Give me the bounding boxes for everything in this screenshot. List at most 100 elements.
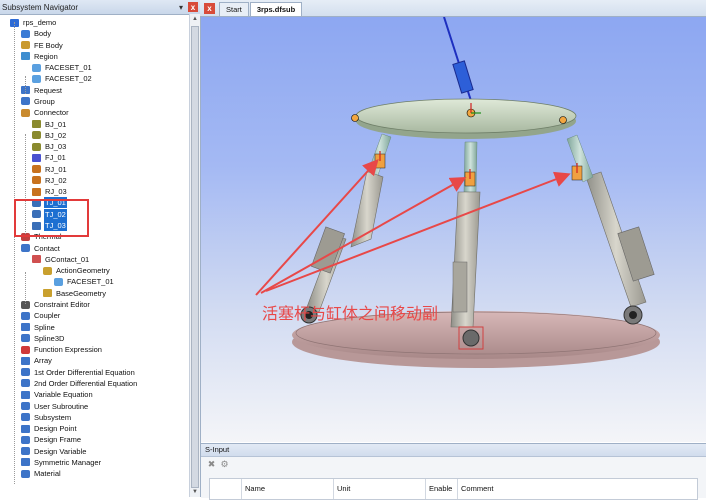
- tree-item-label: Connector: [34, 108, 69, 118]
- tree-item-bj-02[interactable]: BJ_02: [32, 130, 67, 141]
- tree-item-label: BaseGeometry: [56, 288, 107, 298]
- model-viewport[interactable]: 活塞杆与缸体之间移动副: [201, 17, 706, 442]
- tree-item-label: Design Point: [34, 424, 77, 434]
- revolute-joint-icon: [32, 176, 41, 185]
- ode1-icon: [21, 368, 30, 377]
- tree-item-label: Constraint Editor: [34, 300, 90, 309]
- tree-item-bj-03[interactable]: BJ_03: [32, 141, 67, 152]
- tree-item-basegeometry[interactable]: BaseGeometry: [43, 288, 107, 299]
- group-icon: [21, 97, 30, 106]
- tree-item-variable-equation[interactable]: Variable Equation: [21, 389, 94, 400]
- row-header-cell: [210, 479, 242, 499]
- tree-item-label: Region: [34, 51, 58, 61]
- tree-item-actiongeometry[interactable]: ActionGeometry: [43, 265, 111, 276]
- tree-item-connector[interactable]: Connector: [21, 107, 70, 118]
- tree-item-label: BJ_03: [45, 142, 67, 152]
- tree-item-label: Spline3D: [34, 333, 65, 343]
- subsystem-navigator: Subsystem Navigator ▾ x rps_demo Body FE B…: [0, 0, 201, 497]
- tree-item-subsystem[interactable]: Subsystem: [21, 412, 72, 423]
- tree-item-2nd-order-differential-equation[interactable]: 2nd Order Differential Equation: [21, 378, 138, 389]
- tree-item-label: rps_demo: [23, 18, 57, 27]
- tab-3rps-dfsub[interactable]: 3rps.dfsub: [249, 2, 303, 16]
- tree-item-fj-01[interactable]: FJ_01: [32, 152, 67, 163]
- tree-item-label: Array: [34, 356, 52, 366]
- tree-item-label: Design Variable: [34, 446, 87, 456]
- tree-item-rj-02[interactable]: RJ_02: [32, 175, 68, 186]
- coupler-icon: [21, 311, 30, 320]
- faceset-icon: [32, 74, 41, 83]
- spline3d-icon: [21, 334, 30, 343]
- tree-item-gcontact-01[interactable]: GContact_01: [32, 254, 90, 265]
- tree-item-label: RJ_03: [45, 187, 67, 197]
- actuator-body: [452, 60, 474, 94]
- column-header-enable[interactable]: Enable: [426, 479, 458, 499]
- tree-item-body[interactable]: Body: [21, 28, 52, 39]
- annotation-arrows: [255, 159, 571, 296]
- close-icon[interactable]: x: [188, 2, 198, 12]
- link-icon[interactable]: ⚙: [220, 459, 229, 469]
- column-header-name[interactable]: Name: [242, 479, 334, 499]
- annotation-text: 活塞杆与缸体之间移动副: [262, 306, 439, 323]
- tree-item-faceset-02[interactable]: FACESET_02: [32, 73, 93, 84]
- close-tab-icon[interactable]: x: [204, 3, 215, 14]
- region-icon: [21, 52, 30, 61]
- tree-item-fe-body[interactable]: FE Body: [21, 40, 64, 51]
- design-point-icon: [21, 424, 30, 433]
- tree-item-label: Spline: [34, 322, 55, 332]
- tree-item-bj-01[interactable]: BJ_01: [32, 119, 67, 130]
- tree-item-region[interactable]: Region: [21, 51, 59, 62]
- tree-item-request[interactable]: Request: [21, 85, 63, 96]
- tree-item-label: Variable Equation: [34, 390, 93, 400]
- navigator-scrollbar[interactable]: ▲ ▼: [189, 14, 200, 497]
- tree-item-spline[interactable]: Spline: [21, 322, 56, 333]
- tree-item-function-expression[interactable]: Function Expression: [21, 344, 103, 355]
- tree-item-faceset-01[interactable]: FACESET_01: [54, 276, 115, 287]
- revolute-joint-icon: [32, 187, 41, 196]
- pin-icon[interactable]: ▾: [176, 2, 186, 12]
- tree-item-rps-demo[interactable]: rps_demo: [10, 17, 57, 28]
- design-frame-icon: [21, 435, 30, 444]
- tree-item-design-variable[interactable]: Design Variable: [21, 446, 87, 457]
- scroll-down-icon[interactable]: ▼: [190, 487, 200, 497]
- tree-item-array[interactable]: Array: [21, 355, 53, 366]
- tree-guide-line: [25, 76, 26, 94]
- tree-item-user-subroutine[interactable]: User Subroutine: [21, 401, 89, 412]
- tree-item-label: Body: [34, 29, 52, 39]
- scroll-up-icon[interactable]: ▲: [190, 14, 200, 24]
- user-subroutine-icon: [21, 402, 30, 411]
- tree-item-label: Symmetric Manager: [34, 457, 102, 467]
- tree-item-design-frame[interactable]: Design Frame: [21, 434, 82, 445]
- navigator-title: Subsystem Navigator: [2, 2, 79, 12]
- tree-item-contact[interactable]: Contact: [21, 243, 61, 254]
- delete-icon[interactable]: ✖: [207, 459, 216, 469]
- tree-item-rj-03[interactable]: RJ_03: [32, 186, 68, 197]
- ball-joint-icon: [32, 131, 41, 140]
- tab-start[interactable]: Start: [219, 2, 249, 16]
- faceset-icon: [32, 63, 41, 72]
- fixed-joint-icon: [32, 153, 41, 162]
- tree-item-coupler[interactable]: Coupler: [21, 310, 61, 321]
- tree-item-material[interactable]: Material: [21, 468, 62, 479]
- tree-item-label: User Subroutine: [34, 401, 89, 411]
- tree-item-label: Group: [34, 96, 55, 106]
- tree-item-rj-01[interactable]: RJ_01: [32, 164, 68, 175]
- column-header-comment[interactable]: Comment: [458, 479, 697, 499]
- tree-item-label: FACESET_01: [67, 277, 114, 287]
- navigator-tree: rps_demo Body FE Body Region FACESET_01 FACES…: [0, 14, 189, 497]
- tree-item-label: Function Expression: [34, 345, 102, 355]
- tree-item-symmetric-manager[interactable]: Symmetric Manager: [21, 457, 102, 468]
- fe-body-icon: [21, 41, 30, 50]
- tree-item-group[interactable]: Group: [21, 96, 56, 107]
- column-header-unit[interactable]: Unit: [334, 479, 426, 499]
- spline-icon: [21, 323, 30, 332]
- tree-item-label: FACESET_01: [45, 63, 92, 73]
- tree-item-faceset-01[interactable]: FACESET_01: [32, 62, 93, 73]
- tree-item-spline3d[interactable]: Spline3D: [21, 333, 65, 344]
- function-icon: [21, 345, 30, 354]
- tree-item-1st-order-differential-equation[interactable]: 1st Order Differential Equation: [21, 367, 136, 378]
- tree-item-constraint-editor[interactable]: Constraint Editor: [21, 299, 91, 310]
- tree-item-label: Request: [34, 85, 62, 95]
- scrollbar-thumb[interactable]: [191, 26, 199, 488]
- tree-item-design-point[interactable]: Design Point: [21, 423, 78, 434]
- tree-item-label: Design Frame: [34, 435, 82, 445]
